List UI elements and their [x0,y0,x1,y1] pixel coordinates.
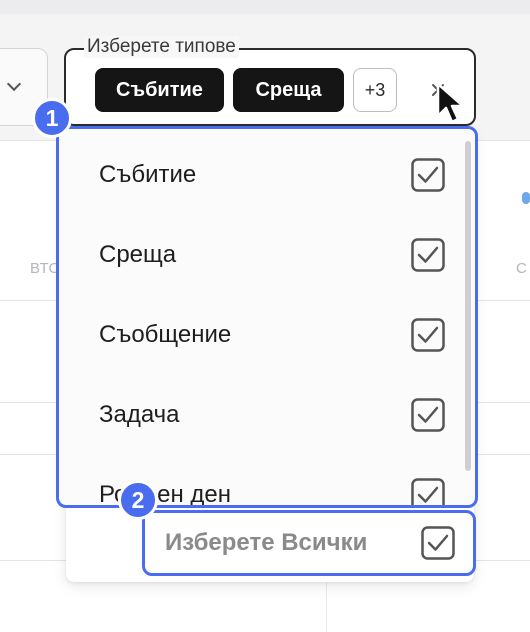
day-header-right: С [516,260,528,277]
option-label: Събитие [99,161,197,188]
annotation-badge: 2 [118,480,158,520]
chevron-down-icon [6,76,22,92]
more-chips-count[interactable]: +3 [353,68,397,112]
option-label: Задача [99,401,180,428]
event-dot [522,192,530,204]
annotation-badge: 1 [32,98,72,138]
select-all-label: Изберете Всички [165,529,368,556]
option-message[interactable]: Съобщение [59,295,475,375]
checkbox-checked-icon[interactable] [411,398,445,432]
option-label: Съобщение [99,321,232,348]
calendar-top-strip [0,0,530,14]
selected-chip[interactable]: Среща [233,68,344,112]
options-list[interactable]: Събитие Среща Съобщение Задача Рожден де… [56,126,478,508]
selected-chip[interactable]: Събитие [95,68,224,112]
checkbox-checked-icon[interactable] [411,238,445,272]
checkbox-checked-icon[interactable] [421,526,455,560]
option-task[interactable]: Задача [59,375,475,455]
option-meeting[interactable]: Среща [59,215,475,295]
scrollbar[interactable] [465,141,471,471]
checkbox-checked-icon[interactable] [411,318,445,352]
type-select-legend: Изберете типове [84,36,239,58]
option-event[interactable]: Събитие [59,135,475,215]
option-label: Среща [99,241,177,268]
checkbox-checked-icon[interactable] [411,158,445,192]
select-all-option[interactable]: Изберете Всички [142,510,476,576]
checkbox-checked-icon[interactable] [411,478,445,508]
mouse-pointer-icon [436,82,465,124]
